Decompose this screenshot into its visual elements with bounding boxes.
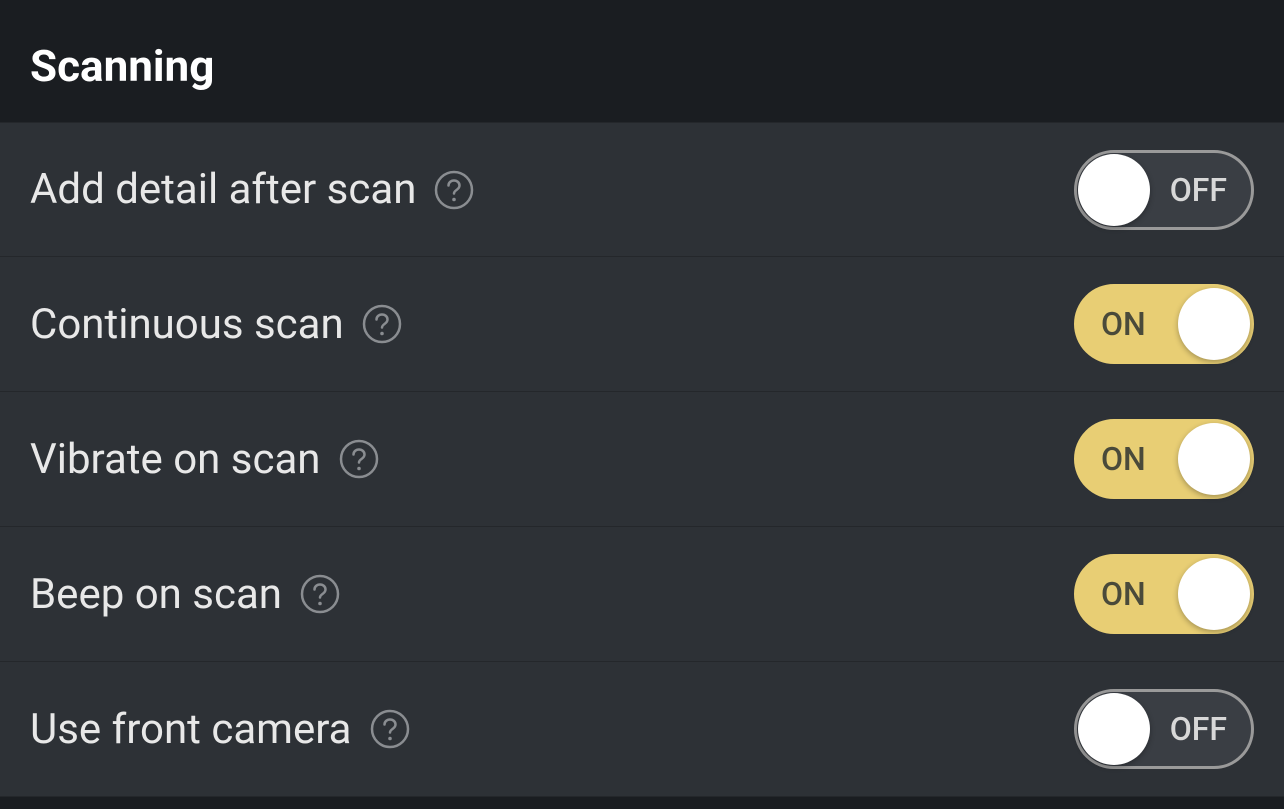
settings-list: Add detail after scan OFF Continuous sca… bbox=[0, 122, 1284, 797]
toggle-knob bbox=[1178, 423, 1250, 495]
toggle-knob bbox=[1078, 693, 1150, 765]
setting-label-wrap: Use front camera bbox=[30, 705, 410, 754]
setting-label-wrap: Add detail after scan bbox=[30, 165, 474, 214]
footer-gap bbox=[0, 797, 1284, 809]
help-icon[interactable] bbox=[362, 304, 402, 344]
toggle-knob bbox=[1178, 288, 1250, 360]
section-title: Scanning bbox=[30, 40, 1254, 92]
setting-row-continuous-scan: Continuous scan ON bbox=[0, 257, 1284, 392]
toggle-knob bbox=[1178, 558, 1250, 630]
section-header: Scanning bbox=[0, 0, 1284, 122]
help-icon[interactable] bbox=[370, 709, 410, 749]
setting-label-wrap: Continuous scan bbox=[30, 300, 402, 349]
setting-label: Beep on scan bbox=[30, 570, 282, 619]
setting-row-add-detail: Add detail after scan OFF bbox=[0, 122, 1284, 257]
setting-label-wrap: Beep on scan bbox=[30, 570, 340, 619]
toggle-state-label: OFF bbox=[1170, 710, 1227, 748]
setting-label: Continuous scan bbox=[30, 300, 344, 349]
toggle-beep-on-scan[interactable]: ON bbox=[1074, 554, 1254, 634]
toggle-vibrate-on-scan[interactable]: ON bbox=[1074, 419, 1254, 499]
toggle-state-label: ON bbox=[1101, 305, 1146, 343]
help-icon[interactable] bbox=[434, 170, 474, 210]
toggle-add-detail[interactable]: OFF bbox=[1074, 150, 1254, 230]
toggle-use-front-camera[interactable]: OFF bbox=[1074, 689, 1254, 769]
toggle-continuous-scan[interactable]: ON bbox=[1074, 284, 1254, 364]
help-icon[interactable] bbox=[300, 574, 340, 614]
toggle-state-label: ON bbox=[1101, 440, 1146, 478]
setting-label: Use front camera bbox=[30, 705, 352, 754]
toggle-knob bbox=[1078, 154, 1150, 226]
setting-row-use-front-camera: Use front camera OFF bbox=[0, 662, 1284, 797]
setting-label: Vibrate on scan bbox=[30, 435, 321, 484]
toggle-state-label: OFF bbox=[1170, 171, 1227, 209]
setting-label-wrap: Vibrate on scan bbox=[30, 435, 379, 484]
setting-row-vibrate-on-scan: Vibrate on scan ON bbox=[0, 392, 1284, 527]
toggle-state-label: ON bbox=[1101, 575, 1146, 613]
setting-row-beep-on-scan: Beep on scan ON bbox=[0, 527, 1284, 662]
help-icon[interactable] bbox=[339, 439, 379, 479]
setting-label: Add detail after scan bbox=[30, 165, 416, 214]
